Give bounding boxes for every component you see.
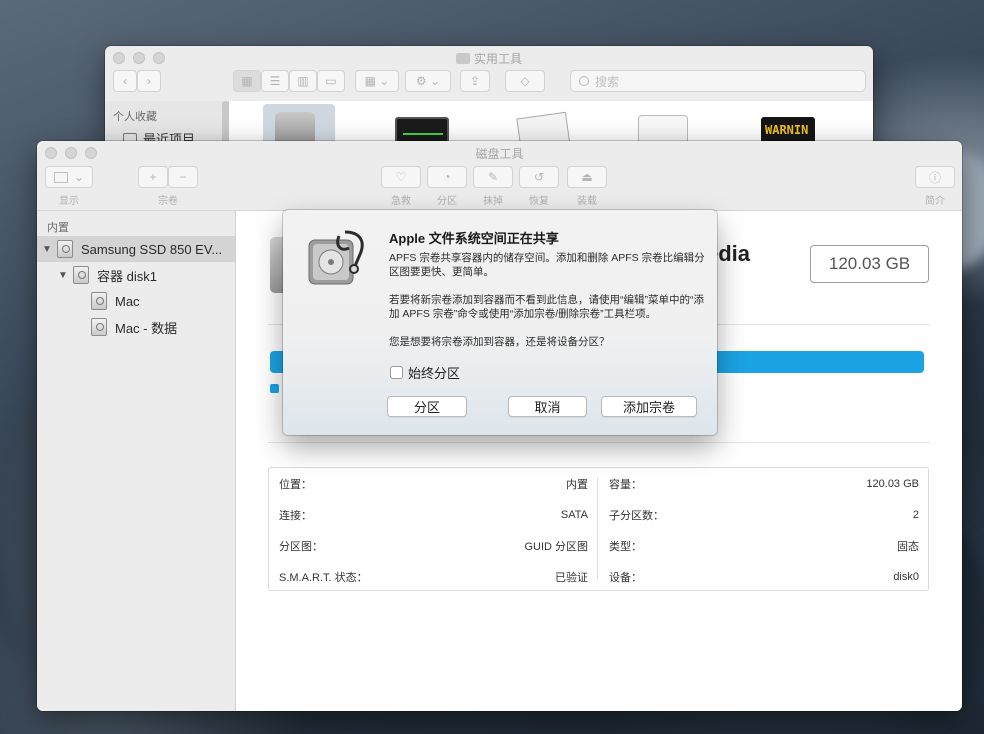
pie-icon: ◔ [443,170,451,184]
capacity-display: 120.03 GB [810,245,929,283]
internal-disk-icon [57,240,73,258]
group-button[interactable]: ▦ ⌄ [355,70,399,92]
view-column-button[interactable]: ▥ [289,70,317,92]
erase-button[interactable]: ✎ [473,166,513,188]
finder-window: 实用工具 ‹ › ▦ ☰ ▥ ▭ ▦ ⌄ ⚙ ⌄ ⇪ ◇ 搜索 个人收藏 最近项… [105,46,873,156]
dialog-title: Apple 文件系统空间正在共享 [389,231,559,246]
volume-disk-icon [91,292,107,310]
dialog-question: 您是想要将宗卷添加到容器，还是将设备分区？ [389,336,610,348]
stethoscope-icon: ♡ [395,170,407,184]
sidebar-item-mac[interactable]: Mac [37,288,235,314]
restore-label: 恢复 [529,196,549,207]
volume-disk-icon [91,318,107,336]
sidebar-item-mac-data[interactable]: Mac - 数据 [37,314,235,340]
info-button[interactable]: ⓘ [915,166,955,188]
share-button[interactable]: ⇪ [460,70,490,92]
sidebar-toggle-icon [53,171,68,183]
folder-icon [455,53,470,64]
sidebar-heading: 个人收藏 [113,111,157,123]
dialog-message: APFS 宗卷共享容器内的储存空间。添加和删除 APFS 宗卷比编辑分区图要更快… [389,252,705,278]
container-disk-icon [73,266,89,284]
always-partition-checkbox[interactable]: 始终分区 [390,363,460,382]
disclosure-triangle-icon[interactable]: ▼ [57,270,69,281]
view-icon-button[interactable]: ▦ [233,70,261,92]
partition-dialog-button[interactable]: 分区 [387,396,467,417]
sidebar-item-container[interactable]: ▼ 容器 disk1 [37,262,235,288]
info-column-divider [597,478,598,580]
add-volume-button[interactable]: + [138,166,168,188]
view-button[interactable]: ⌄ [45,166,93,188]
sidebar-heading: 内置 [47,222,69,234]
info-row: 类型： 固态 [609,541,919,553]
info-row: 容量： 120.03 GB [609,478,919,491]
first-aid-label: 急救 [391,196,411,207]
info-row: 位置： 内置 [279,479,588,491]
window-title: 实用工具 [105,50,873,67]
restore-icon: ↺ [533,170,545,184]
info-column-left: 位置： 内置 连接： SATA 分区图： GUID 分区图 S.M.A.R.T. 状态… [279,468,588,590]
info-row: 子分区数： 2 [609,509,919,522]
info-table: 位置： 内置 连接： SATA 分区图： GUID 分区图 S.M.A.R.T. 状态… [268,467,929,591]
volume-label: 宗卷 [158,196,178,207]
divider [268,442,930,443]
action-gear-button[interactable]: ⚙ ⌄ [405,70,451,92]
restore-button[interactable]: ↺ [519,166,559,188]
info-icon: ⓘ [928,170,941,185]
remove-volume-button[interactable]: − [168,166,198,188]
usage-legend-swatch [270,384,279,393]
tag-button[interactable]: ◇ [505,70,545,92]
mount-label: 装载 [577,196,597,207]
info-column-right: 容量： 120.03 GB 子分区数： 2 类型： 固态 设备： disk0 [609,468,919,590]
window-title: 磁盘工具 [475,147,524,161]
mount-button[interactable]: ⏏ [567,166,607,188]
sidebar-item-samsung-ssd[interactable]: ▼ Samsung SSD 850 EV... [37,236,235,262]
erase-icon: ✎ [487,170,499,184]
disk-utility-app-icon [305,226,369,290]
forward-button[interactable]: › [137,70,161,92]
checkbox-box[interactable] [390,366,403,379]
eject-icon: ⏏ [581,170,593,184]
erase-label: 抹掉 [483,196,503,207]
info-label: 简介 [925,196,945,207]
partition-button[interactable]: ◔ [427,166,467,188]
view-label: 显示 [59,196,79,207]
cancel-button[interactable]: 取消 [508,396,587,417]
first-aid-button[interactable]: ♡ [381,166,421,188]
view-gallery-button[interactable]: ▭ [317,70,345,92]
add-volume-dialog-button[interactable]: 添加宗卷 [601,396,697,417]
info-row: 设备： disk0 [609,571,919,584]
dialog-message: 若要将新宗卷添加到容器而不看到此信息，请使用“编辑”菜单中的“添加 APFS 宗… [389,294,704,320]
back-button[interactable]: ‹ [113,70,137,92]
info-row: S.M.A.R.T. 状态： 已验证 [279,572,588,584]
apfs-sharing-dialog: Apple 文件系统空间正在共享 APFS 宗卷共享容器内的储存空间。添加和删除… [283,210,717,435]
info-row: 分区图： GUID 分区图 [279,541,588,553]
disk-sidebar: 内置 ▼ Samsung SSD 850 EV... ▼ 容器 disk1 Ma… [37,211,236,711]
view-list-button[interactable]: ☰ [261,70,289,92]
partition-label: 分区 [437,196,457,207]
info-row: 连接： SATA [279,509,588,522]
toolbar: 磁盘工具 ⌄ 显示 + − 宗卷 ♡ 急救 ◔ 分区 ✎ 抹掉 ↺ 恢复 ⏏ 装… [37,141,962,211]
disclosure-triangle-icon[interactable]: ▼ [41,244,53,255]
search-icon [579,76,589,86]
search-input[interactable]: 搜索 [570,70,866,92]
